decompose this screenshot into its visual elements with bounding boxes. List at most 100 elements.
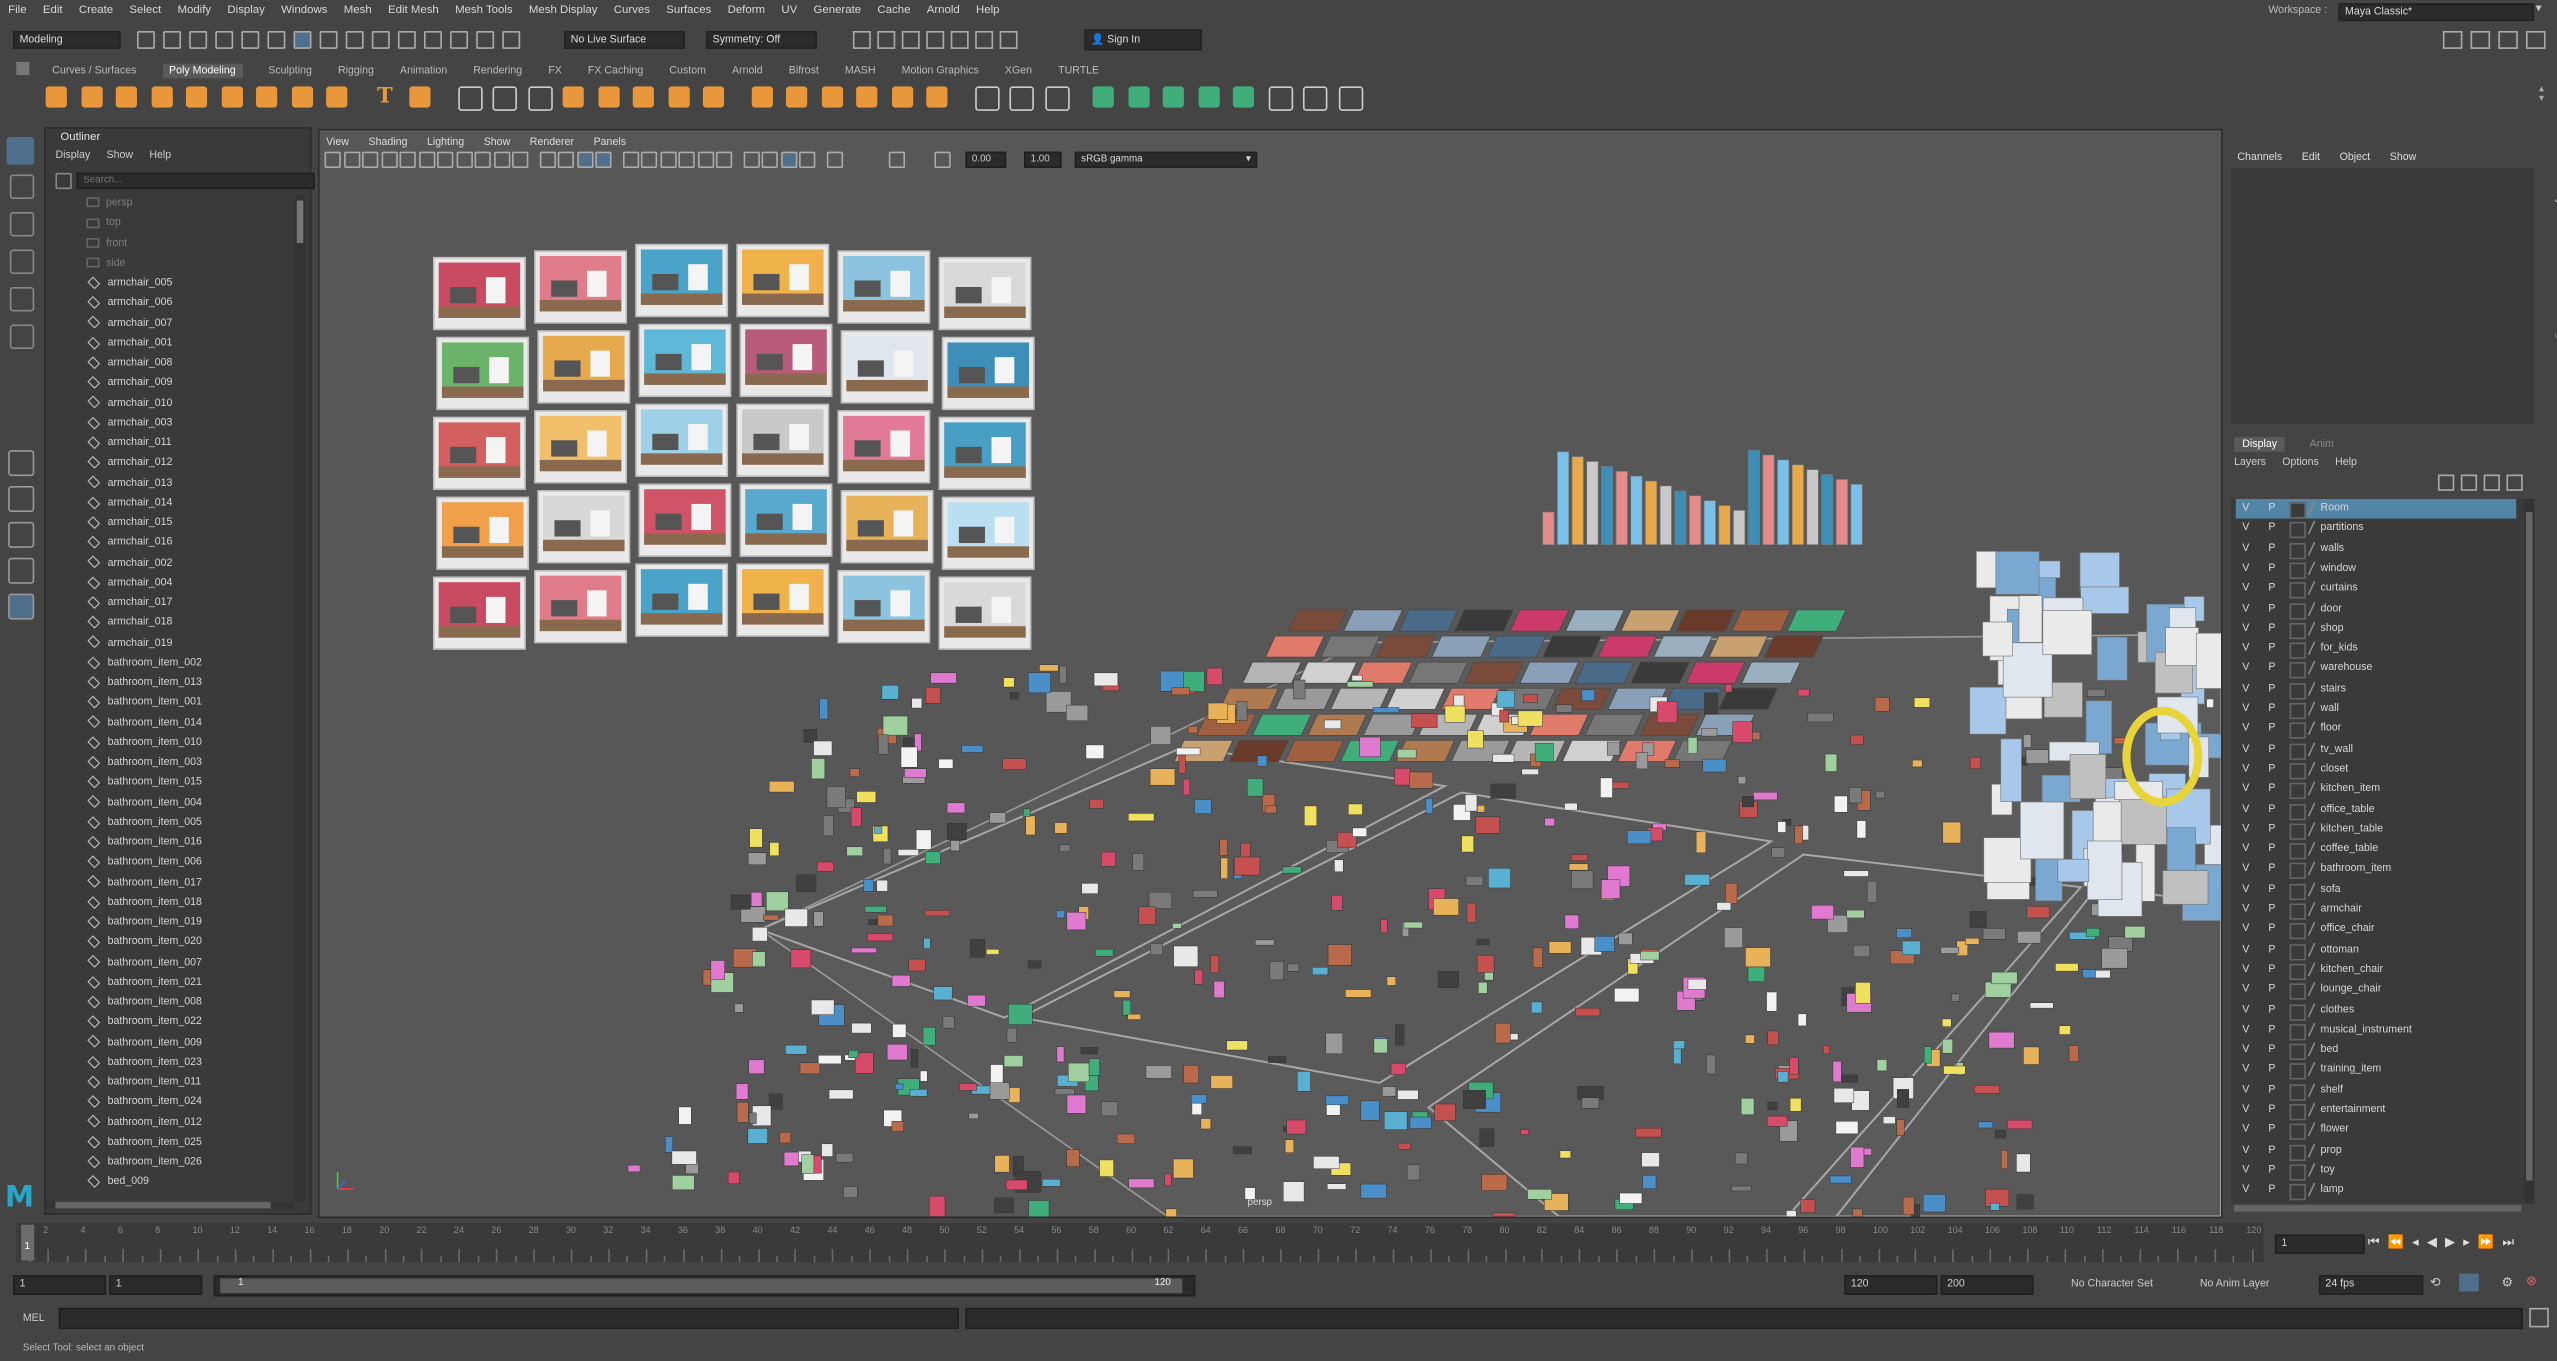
layer-playback-toggle[interactable]: P xyxy=(2268,920,2275,940)
freeze-icon[interactable] xyxy=(1267,86,1293,111)
outliner-item[interactable]: bathroom_item_009 xyxy=(86,1033,202,1053)
outliner-item[interactable]: armchair_018 xyxy=(86,614,172,634)
layer-row[interactable]: V Ptoy xyxy=(2236,1161,2516,1181)
new-layer-icon[interactable] xyxy=(2483,474,2500,491)
layer-row[interactable]: V Pwall xyxy=(2236,700,2516,720)
pause-icon[interactable] xyxy=(999,30,1018,49)
step-forward-frame-icon[interactable]: ▸ xyxy=(2463,1234,2470,1249)
layer-editor-icons[interactable] xyxy=(2437,474,2529,491)
move-layer-up-icon[interactable] xyxy=(2437,474,2455,491)
layer-visibility-toggle[interactable]: V xyxy=(2242,1161,2249,1181)
outliner-item[interactable]: bathroom_item_008 xyxy=(86,993,202,1013)
layer-visibility-toggle[interactable]: V xyxy=(2242,860,2249,880)
extract-icon[interactable] xyxy=(527,86,553,111)
layer-scrollbar[interactable] xyxy=(2524,499,2535,1204)
outliner-item[interactable]: bathroom_item_006 xyxy=(86,853,202,873)
outliner-item[interactable]: armchair_014 xyxy=(86,494,172,514)
outliner-item[interactable]: armchair_004 xyxy=(86,574,172,594)
shelf-tab-fx-caching[interactable]: FX Caching xyxy=(588,64,643,75)
layer-row[interactable]: V Pkitchen_chair xyxy=(2236,960,2516,980)
layer-playback-toggle[interactable]: P xyxy=(2268,1021,2275,1041)
outliner-camera-item[interactable]: persp xyxy=(86,194,133,214)
layer-row[interactable]: V Parmchair xyxy=(2236,900,2516,920)
outliner-item[interactable]: armchair_001 xyxy=(86,334,172,354)
playback-end-field[interactable]: 120 xyxy=(1844,1275,1938,1295)
step-back-frame-icon[interactable]: ◂ xyxy=(2412,1234,2419,1249)
outliner-item[interactable]: bathroom_item_005 xyxy=(86,813,202,833)
start-time-field[interactable]: 1 xyxy=(13,1275,106,1295)
outliner-item[interactable]: bathroom_item_003 xyxy=(86,753,202,773)
paint-select-icon[interactable] xyxy=(9,211,35,237)
fps-dropdown[interactable]: 24 fps xyxy=(2318,1275,2424,1295)
outliner-item[interactable]: armchair_015 xyxy=(86,514,172,534)
connect-icon[interactable] xyxy=(1044,86,1069,111)
layer-playback-toggle[interactable]: P xyxy=(2268,680,2275,700)
layer-visibility-toggle[interactable]: V xyxy=(2242,960,2249,980)
safe-title-icon[interactable] xyxy=(512,151,529,168)
menu-set-dropdown[interactable]: Modeling xyxy=(13,30,121,49)
layer-playback-toggle[interactable]: P xyxy=(2268,760,2275,780)
layer-color-swatch[interactable] xyxy=(2289,602,2306,619)
outliner-item[interactable]: bathroom_item_015 xyxy=(86,773,202,793)
layer-visibility-toggle[interactable]: V xyxy=(2242,720,2249,740)
layer-row[interactable]: V Pkitchen_table xyxy=(2236,820,2516,840)
image-plane-icon[interactable] xyxy=(380,151,398,168)
xray-icon[interactable] xyxy=(761,151,778,168)
outliner-item[interactable]: bathroom_item_022 xyxy=(86,1013,202,1033)
layer-playback-toggle[interactable]: P xyxy=(2268,599,2275,619)
layer-row[interactable]: V Ptv_wall xyxy=(2236,740,2516,760)
channel-box-menu-show[interactable]: Show xyxy=(2390,152,2417,163)
menu-surfaces[interactable]: Surfaces xyxy=(666,5,711,16)
layer-visibility-toggle[interactable]: V xyxy=(2242,539,2249,559)
outliner-item[interactable]: bathroom_item_013 xyxy=(86,673,202,693)
redo-icon[interactable] xyxy=(241,30,260,49)
shelf-tab-mash[interactable]: MASH xyxy=(845,64,876,75)
layer-playback-toggle[interactable]: P xyxy=(2268,940,2275,960)
layer-visibility-toggle[interactable]: V xyxy=(2242,499,2249,519)
channel-box-menu-object[interactable]: Object xyxy=(2340,152,2371,163)
outliner-item[interactable]: bathroom_item_011 xyxy=(86,1073,201,1093)
channel-box-menu-channels[interactable]: Channels xyxy=(2237,152,2282,163)
outliner-item[interactable]: armchair_009 xyxy=(86,374,172,394)
layer-playback-toggle[interactable]: P xyxy=(2268,1061,2275,1081)
poly-torus-icon[interactable] xyxy=(185,86,208,108)
layer-visibility-toggle[interactable]: V xyxy=(2242,1061,2249,1081)
poly-platonic-icon[interactable] xyxy=(291,86,313,108)
outliner-item[interactable]: armchair_006 xyxy=(86,294,172,314)
render-settings-icon[interactable] xyxy=(901,30,920,49)
layer-visibility-toggle[interactable]: V xyxy=(2242,700,2249,720)
character-set-dropdown[interactable]: No Character Set xyxy=(2071,1279,2153,1290)
layer-row[interactable]: V Ptraining_item xyxy=(2236,1061,2516,1081)
safe-action-icon[interactable] xyxy=(493,151,510,168)
type-icon[interactable]: T xyxy=(374,86,395,107)
menu-curves[interactable]: Curves xyxy=(614,5,650,16)
super-shape-icon[interactable] xyxy=(326,86,348,108)
outliner-item[interactable]: bathroom_item_019 xyxy=(86,913,202,933)
layer-playback-toggle[interactable]: P xyxy=(2268,1161,2275,1181)
ambient-occlusion-icon[interactable] xyxy=(659,151,676,168)
viewport-menu-view[interactable]: View xyxy=(326,136,349,147)
layer-visibility-toggle[interactable]: V xyxy=(2242,800,2249,820)
menu-mesh-display[interactable]: Mesh Display xyxy=(529,5,598,16)
current-frame-field[interactable]: 1 xyxy=(2274,1234,2365,1255)
live-surface-dropdown[interactable]: No Live Surface xyxy=(564,30,685,49)
outliner-menu-display[interactable]: Display xyxy=(55,150,90,161)
mirror-icon[interactable] xyxy=(667,86,689,108)
outliner-camera-item[interactable]: top xyxy=(86,214,121,234)
menu-edit-mesh[interactable]: Edit Mesh xyxy=(388,5,439,16)
layer-visibility-toggle[interactable]: V xyxy=(2242,1041,2249,1061)
outliner-item[interactable]: bathroom_item_012 xyxy=(86,1113,202,1133)
poly-disc-icon[interactable] xyxy=(256,86,278,108)
depth-of-field-icon[interactable] xyxy=(715,151,733,168)
multicut-icon[interactable] xyxy=(974,86,999,111)
ipr-render-icon[interactable] xyxy=(877,30,896,49)
layer-row[interactable]: V Pentertainment xyxy=(2236,1101,2516,1121)
new-scene-icon[interactable] xyxy=(136,30,155,49)
layer-row[interactable]: V Pbed xyxy=(2236,1041,2516,1061)
layer-playback-toggle[interactable]: P xyxy=(2268,900,2275,920)
command-language-label[interactable]: MEL xyxy=(23,1313,45,1324)
layer-visibility-toggle[interactable]: V xyxy=(2242,519,2249,539)
outliner-item[interactable]: armchair_011 xyxy=(86,434,172,454)
layer-visibility-toggle[interactable]: V xyxy=(2242,880,2249,900)
outliner-item[interactable]: armchair_012 xyxy=(86,454,172,474)
